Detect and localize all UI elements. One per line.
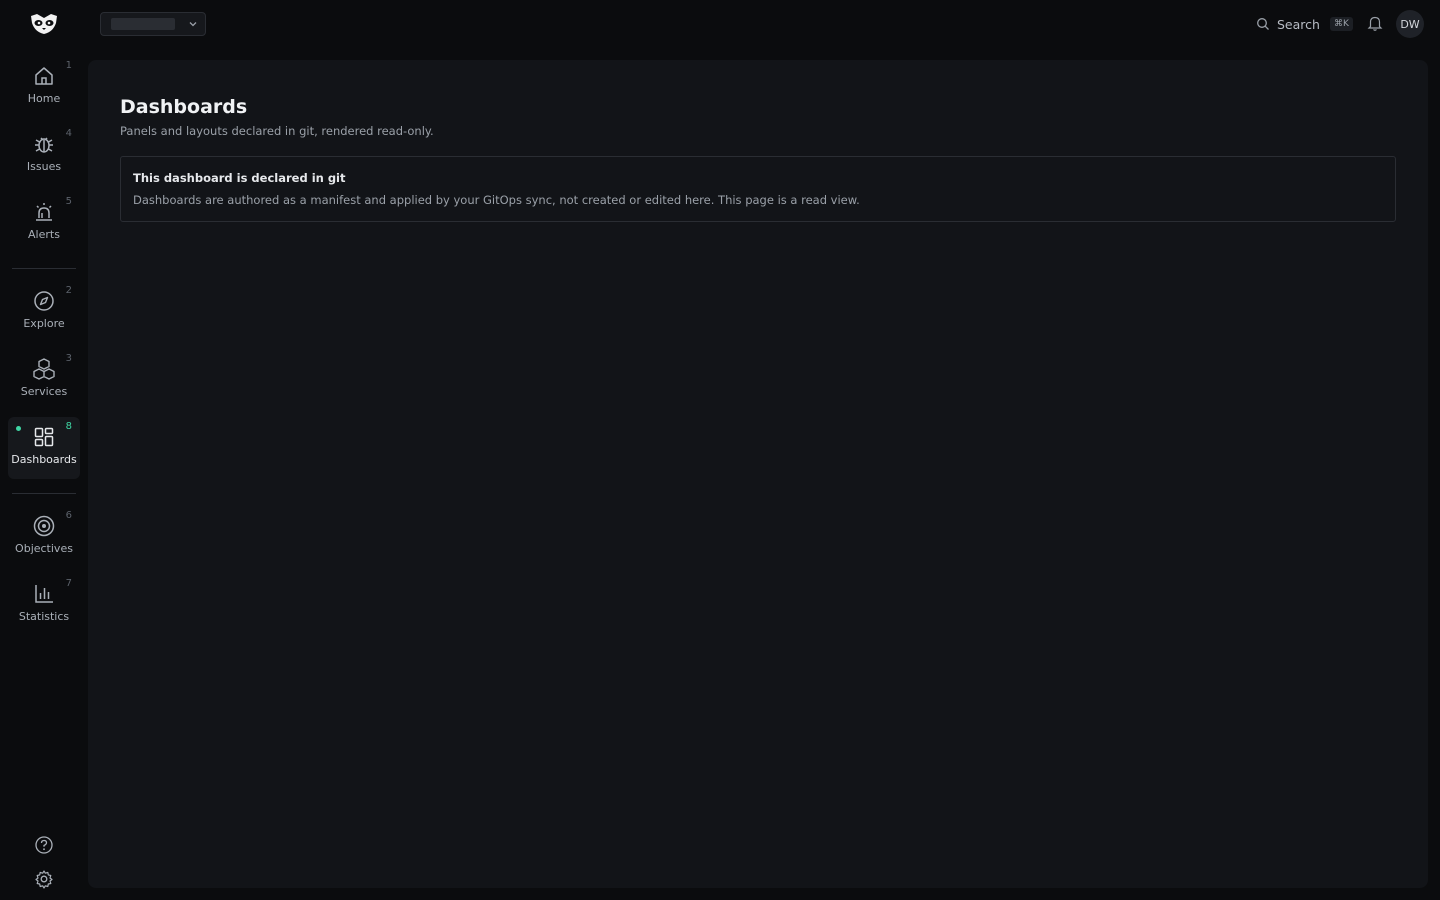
cubes-icon [32,357,56,381]
sidebar-divider [12,493,76,494]
sidebar-item-issues[interactable]: 4 Issues [8,124,80,186]
gear-icon[interactable] [34,869,54,889]
environment-value [111,18,175,30]
chevron-down-icon [189,22,197,27]
notice-body: Dashboards are authored as a manifest an… [133,193,860,207]
environment-select[interactable] [100,12,206,36]
shortcut-number: 1 [65,60,72,71]
shortcut-number: 2 [65,285,72,296]
info-notice: This dashboard is declared in git Dashbo… [120,156,1396,222]
logo-icon[interactable] [28,10,60,38]
sidebar-item-label: Objectives [15,542,73,555]
search-shortcut: ⌘K [1329,17,1353,31]
main-panel: Dashboards Panels and layouts declared i… [88,60,1428,888]
sidebar-item-label: Home [27,92,61,105]
sidebar-item-home[interactable]: 1 Home [8,56,80,118]
sidebar-item-alerts[interactable]: 5 Alerts [8,192,80,254]
target-icon [32,514,56,538]
notice-title: This dashboard is declared in git [133,171,346,185]
bar-chart-icon [32,582,56,606]
sidebar-item-dashboards[interactable]: 8 Dashboards [8,417,80,479]
shortcut-number: 6 [65,510,72,521]
grid-icon [32,425,56,449]
search-icon [1257,18,1269,30]
top-bar: Search ⌘K DW [0,0,1440,48]
compass-icon [32,289,56,313]
sidebar: 1 Home 4 Issues 5 Alerts 2 Explore 3 Ser… [0,48,88,900]
sidebar-item-statistics[interactable]: 7 Statistics [8,574,80,636]
sidebar-item-label: Services [20,385,68,398]
sidebar-item-label: Dashboards [11,453,77,466]
page-title: Dashboards [120,96,248,118]
bell-icon[interactable] [1366,14,1384,32]
sidebar-item-label: Issues [26,160,62,173]
shortcut-number: 7 [65,578,72,589]
shortcut-number: 5 [65,196,72,207]
sidebar-item-objectives[interactable]: 6 Objectives [8,506,80,568]
sidebar-item-services[interactable]: 3 Services [8,349,80,411]
home-icon [32,64,56,88]
bug-icon [32,132,56,156]
siren-icon [32,200,56,224]
shortcut-number: 8 [65,421,72,432]
sidebar-divider [12,268,76,269]
search-label: Search [1277,16,1320,32]
sidebar-item-label: Explore [23,317,65,330]
avatar[interactable]: DW [1396,10,1424,38]
sidebar-item-label: Alerts [28,228,60,241]
search-button[interactable]: Search ⌘K [1256,14,1353,34]
active-indicator [16,426,21,431]
shortcut-number: 3 [65,353,72,364]
sidebar-item-label: Statistics [18,610,70,623]
help-icon[interactable] [34,835,54,855]
shortcut-number: 4 [65,128,72,139]
page-subtitle: Panels and layouts declared in git, rend… [120,124,434,138]
sidebar-item-explore[interactable]: 2 Explore [8,281,80,343]
